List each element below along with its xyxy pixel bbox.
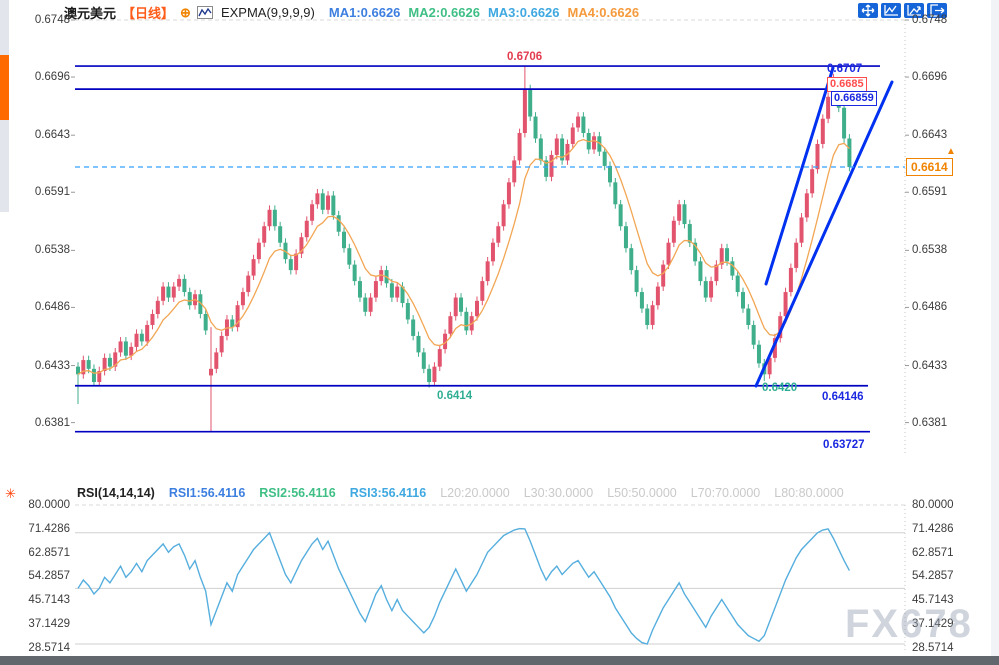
price-annotation: 0.66859 bbox=[831, 91, 877, 106]
price-annotation: 0.6414 bbox=[437, 390, 472, 403]
price-annotation: 0.64146 bbox=[822, 391, 864, 404]
price-tick-label: 0.6538 bbox=[18, 244, 70, 257]
rsi-tick-label: 62.8571 bbox=[18, 547, 70, 560]
rsi-tick-label: 45.7143 bbox=[18, 594, 70, 607]
price-annotation: 0.6420 bbox=[762, 382, 797, 395]
rsi-tick-label: 62.8571 bbox=[912, 547, 954, 560]
rsi-level-label: L20:20.0000 bbox=[440, 486, 510, 500]
price-tick-label: 0.6748 bbox=[912, 14, 947, 27]
rsi-tick-label: 54.2857 bbox=[912, 570, 954, 583]
price-tick-label: 0.6486 bbox=[912, 301, 947, 314]
rsi-series-values: RSI1:56.4116 RSI2:56.4116 RSI3:56.4116 bbox=[169, 486, 426, 500]
label-overlay: 0.6748 0.6748 0.6696 0.6696 0.6643 0.6643 0.65… bbox=[0, 0, 999, 665]
rsi-tick-label: 71.4286 bbox=[912, 523, 954, 536]
rsi-level-label: L50:50.0000 bbox=[607, 486, 677, 500]
rsi-tick-label: 80.0000 bbox=[912, 499, 954, 512]
bottom-scrollbar[interactable] bbox=[0, 656, 999, 665]
price-tick-label: 0.6381 bbox=[912, 417, 947, 430]
price-tick-label: 0.6643 bbox=[912, 129, 947, 142]
price-tick-label: 0.6748 bbox=[18, 14, 70, 27]
price-tick-label: 0.6486 bbox=[18, 301, 70, 314]
price-tick-label: 0.6433 bbox=[18, 360, 70, 373]
price-up-arrow-icon: ▲ bbox=[946, 146, 956, 157]
rsi-tick-label: 28.5714 bbox=[18, 642, 70, 655]
price-annotation: 0.6707 bbox=[827, 63, 862, 76]
price-tick-label: 0.6538 bbox=[912, 244, 947, 257]
rsi-tick-label: 71.4286 bbox=[18, 523, 70, 536]
rsi-level-label: L80:80.0000 bbox=[774, 486, 844, 500]
price-tick-label: 0.6591 bbox=[18, 186, 70, 199]
watermark: FX678 bbox=[845, 602, 973, 647]
rsi-header: RSI(14,14,14) RSI1:56.4116RSI2:56.4116RS… bbox=[77, 486, 844, 500]
trading-chart-window: 澳元美元 【日线】 ⊕ EXPMA(9,9,9,9) MA1:0.6626MA2… bbox=[0, 0, 999, 665]
rsi-tick-label: 80.0000 bbox=[18, 499, 70, 512]
rsi-title: RSI(14,14,14) bbox=[77, 486, 155, 500]
rsi-level-label: L70:70.0000 bbox=[691, 486, 761, 500]
price-tick-label: 0.6433 bbox=[912, 360, 947, 373]
price-tick-label: 0.6591 bbox=[912, 186, 947, 199]
price-tick-label: 0.6696 bbox=[18, 71, 70, 84]
price-annotation: 0.63727 bbox=[823, 439, 865, 452]
rsi-value: RSI3:56.4116 bbox=[350, 486, 426, 500]
price-tick-label: 0.6696 bbox=[912, 71, 947, 84]
rsi-tick-label: 37.1429 bbox=[18, 618, 70, 631]
price-tick-label: 0.6381 bbox=[18, 417, 70, 430]
rsi-value: RSI1:56.4116 bbox=[169, 486, 245, 500]
current-price-tag: 0.6614 bbox=[906, 158, 953, 176]
rsi-value: RSI2:56.4116 bbox=[259, 486, 335, 500]
price-annotation: 0.6706 bbox=[507, 51, 542, 64]
right-edge-strip bbox=[991, 0, 999, 656]
price-annotation: 0.6685 bbox=[827, 77, 867, 92]
sun-indicator-icon[interactable]: ✳ bbox=[5, 486, 16, 502]
rsi-tick-label: 54.2857 bbox=[18, 570, 70, 583]
rsi-level-values: L20:20.0000 L30:30.0000 L50:50.0000 L70:70.… bbox=[440, 486, 844, 500]
price-tick-label: 0.6643 bbox=[18, 129, 70, 142]
rsi-level-label: L30:30.0000 bbox=[524, 486, 594, 500]
